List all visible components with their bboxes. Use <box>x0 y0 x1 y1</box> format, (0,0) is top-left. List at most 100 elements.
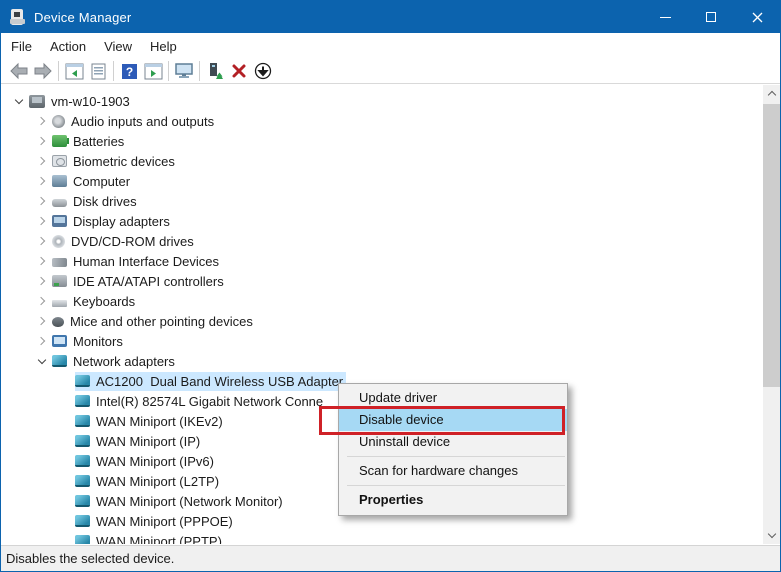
uninstall-device-button[interactable] <box>227 60 251 82</box>
menu-view[interactable]: View <box>95 35 141 58</box>
computer-icon <box>52 175 67 187</box>
tree-item-monitors[interactable]: Monitors <box>1 331 763 351</box>
window-title: Device Manager <box>34 10 131 25</box>
context-menu-item-properties[interactable]: Properties <box>339 489 567 511</box>
chevron-collapsed-icon[interactable] <box>32 251 52 271</box>
tree-item-audio[interactable]: Audio inputs and outputs <box>1 111 763 131</box>
menu-bar: File Action View Help <box>1 33 780 59</box>
vertical-scrollbar[interactable] <box>763 85 780 544</box>
forward-arrow-icon <box>33 62 53 80</box>
minimize-icon <box>660 17 671 18</box>
disable-down-arrow-icon <box>254 62 272 80</box>
tree-item-network-adapters[interactable]: Network adapters <box>1 351 763 371</box>
tree-item-ide-controllers[interactable]: IDE ATA/ATAPI controllers <box>1 271 763 291</box>
close-icon <box>752 12 763 23</box>
network-adapter-icon <box>75 515 90 527</box>
back-button[interactable] <box>7 60 31 82</box>
show-action-pane-button[interactable] <box>141 60 165 82</box>
audio-icon <box>52 115 65 128</box>
network-adapter-icon <box>75 435 90 447</box>
tree-item-batteries[interactable]: Batteries <box>1 131 763 151</box>
context-menu-item-update-driver[interactable]: Update driver <box>339 387 567 409</box>
scan-hardware-changes-button[interactable] <box>172 60 196 82</box>
tree-item-hid[interactable]: Human Interface Devices <box>1 251 763 271</box>
device-manager-window: Device Manager File Action View Help <box>0 0 781 572</box>
menu-separator <box>347 485 565 486</box>
show-console-tree-button[interactable] <box>62 60 86 82</box>
mouse-icon <box>52 317 64 327</box>
toolbar: ? <box>1 59 780 84</box>
chevron-collapsed-icon[interactable] <box>32 231 52 251</box>
chevron-expanded-icon[interactable] <box>32 351 52 371</box>
device-manager-icon <box>10 9 25 25</box>
scan-computer-icon <box>174 62 194 80</box>
chevron-collapsed-icon[interactable] <box>32 131 52 151</box>
network-adapter-icon <box>75 375 90 387</box>
tree-item-disk-drives[interactable]: Disk drives <box>1 191 763 211</box>
tree-item-computer[interactable]: Computer <box>1 171 763 191</box>
tree-item-biometric[interactable]: Biometric devices <box>1 151 763 171</box>
properties-icon <box>90 63 107 80</box>
dvd-drive-icon <box>52 235 65 248</box>
update-driver-button[interactable] <box>203 60 227 82</box>
selected-item-highlight: AC1200 Dual Band Wireless USB Adapter <box>75 372 346 391</box>
biometric-icon <box>52 155 67 167</box>
tree-item-dvd-drives[interactable]: DVD/CD-ROM drives <box>1 231 763 251</box>
chevron-collapsed-icon[interactable] <box>32 211 52 231</box>
uninstall-x-icon <box>231 63 247 79</box>
minimize-button[interactable] <box>642 1 688 33</box>
tree-item-wan-pptp[interactable]: WAN Miniport (PPTP) <box>1 531 763 544</box>
chevron-collapsed-icon[interactable] <box>32 191 52 211</box>
network-adapter-icon <box>75 395 90 407</box>
monitor-icon <box>52 335 67 347</box>
scroll-up-button[interactable] <box>763 85 780 102</box>
console-tree-icon <box>65 63 84 80</box>
computer-icon <box>29 95 45 108</box>
context-menu-item-disable-device[interactable]: Disable device <box>339 409 567 431</box>
hid-icon <box>52 258 67 267</box>
maximize-icon <box>706 12 716 22</box>
chevron-collapsed-icon[interactable] <box>32 331 52 351</box>
chevron-collapsed-icon[interactable] <box>32 171 52 191</box>
tree-item-keyboards[interactable]: Keyboards <box>1 291 763 311</box>
context-menu: Update driver Disable device Uninstall d… <box>338 383 568 516</box>
maximize-button[interactable] <box>688 1 734 33</box>
keyboard-icon <box>52 300 67 307</box>
chevron-collapsed-icon[interactable] <box>32 271 52 291</box>
chevron-collapsed-icon[interactable] <box>32 111 52 131</box>
help-icon: ? <box>121 63 138 80</box>
context-menu-item-scan-hardware-changes[interactable]: Scan for hardware changes <box>339 460 567 482</box>
menu-help[interactable]: Help <box>141 35 186 58</box>
chevron-down-icon <box>767 530 775 538</box>
chevron-collapsed-icon[interactable] <box>32 291 52 311</box>
chevron-up-icon <box>767 91 775 99</box>
scrollbar-thumb[interactable] <box>763 104 780 387</box>
disable-device-button[interactable] <box>251 60 275 82</box>
status-bar: Disables the selected device. <box>1 545 780 571</box>
menu-action[interactable]: Action <box>41 35 95 58</box>
network-adapter-icon <box>75 475 90 487</box>
tree-item-display-adapters[interactable]: Display adapters <box>1 211 763 231</box>
status-text: Disables the selected device. <box>6 551 174 566</box>
tree-item-mice[interactable]: Mice and other pointing devices <box>1 311 763 331</box>
chevron-collapsed-icon[interactable] <box>32 151 52 171</box>
context-menu-item-uninstall-device[interactable]: Uninstall device <box>339 431 567 453</box>
scroll-down-button[interactable] <box>763 527 780 544</box>
network-adapter-icon <box>75 495 90 507</box>
chevron-collapsed-icon[interactable] <box>32 311 52 331</box>
battery-icon <box>52 135 67 147</box>
svg-text:?: ? <box>125 65 132 79</box>
chevron-expanded-icon[interactable] <box>9 91 29 111</box>
back-arrow-icon <box>9 62 29 80</box>
network-adapter-icon <box>75 415 90 427</box>
menu-file[interactable]: File <box>2 35 41 58</box>
title-bar: Device Manager <box>1 1 780 33</box>
action-pane-icon <box>144 63 163 80</box>
tree-item-root[interactable]: vm-w10-1903 <box>1 91 763 111</box>
properties-button[interactable] <box>86 60 110 82</box>
network-adapter-icon <box>52 355 67 367</box>
close-button[interactable] <box>734 1 780 33</box>
help-button[interactable]: ? <box>117 60 141 82</box>
forward-button[interactable] <box>31 60 55 82</box>
update-driver-icon <box>206 62 224 80</box>
